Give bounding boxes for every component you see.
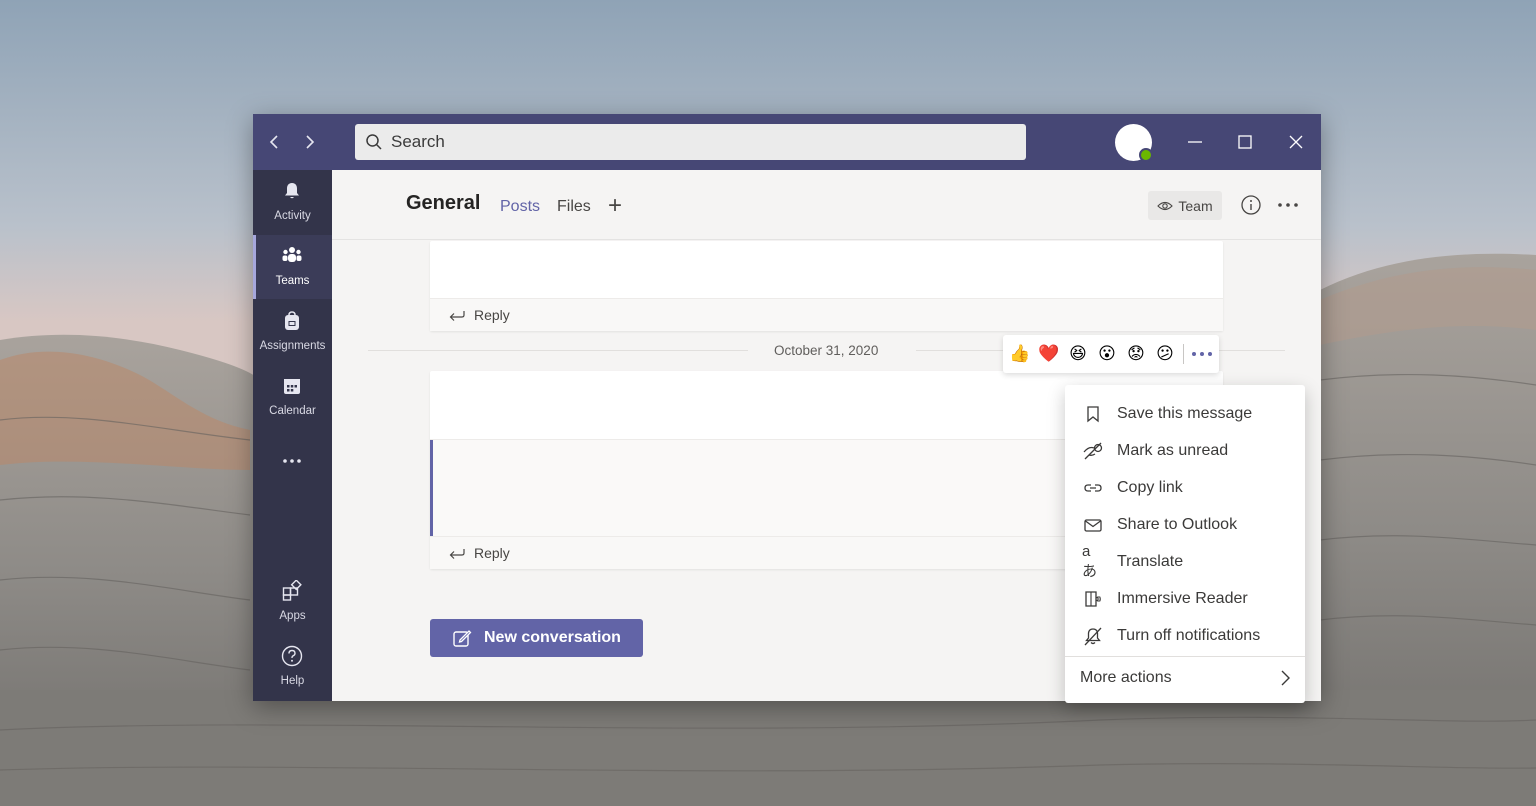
reply-label: Reply bbox=[474, 545, 510, 561]
minimize-icon[interactable] bbox=[1181, 128, 1209, 156]
menu-item-mark-unread[interactable]: Mark as unread bbox=[1065, 432, 1305, 469]
compose-icon bbox=[453, 630, 472, 647]
rail-label: Apps bbox=[279, 610, 306, 622]
tab-files[interactable]: Files bbox=[557, 198, 591, 216]
sad-reaction-icon[interactable]: 😟 bbox=[1125, 343, 1147, 365]
title-bar bbox=[253, 114, 1321, 170]
app-rail: Activity Teams Assignments Calendar Apps… bbox=[253, 170, 332, 701]
team-button[interactable]: Team bbox=[1148, 191, 1222, 220]
team-button-label: Team bbox=[1178, 197, 1213, 214]
rail-item-teams[interactable]: Teams bbox=[253, 235, 332, 299]
like-reaction-icon[interactable]: 👍 bbox=[1009, 343, 1031, 365]
mail-icon bbox=[1084, 518, 1102, 532]
teams-icon bbox=[282, 247, 302, 262]
bell-off-icon bbox=[1084, 627, 1102, 645]
laugh-reaction-icon[interactable]: 😆 bbox=[1067, 343, 1089, 365]
reader-icon bbox=[1085, 590, 1101, 607]
rail-label: Help bbox=[280, 675, 305, 687]
rail-item-more[interactable] bbox=[253, 442, 332, 482]
menu-item-label: Save this message bbox=[1117, 404, 1253, 422]
reply-icon bbox=[449, 549, 465, 559]
new-conversation-button[interactable]: New conversation bbox=[430, 619, 643, 657]
bookmark-icon bbox=[1087, 405, 1099, 422]
message-context-menu: Save this message Mark as unread Copy li… bbox=[1065, 385, 1305, 703]
channel-header: General Posts Files + Team bbox=[332, 170, 1321, 240]
close-icon[interactable] bbox=[1282, 128, 1310, 156]
search-box[interactable] bbox=[355, 124, 1026, 160]
menu-item-turn-off-notifications[interactable]: Turn off notifications bbox=[1065, 617, 1305, 654]
menu-item-immersive-reader[interactable]: Immersive Reader bbox=[1065, 580, 1305, 617]
menu-item-translate[interactable]: aあ Translate bbox=[1065, 543, 1305, 580]
menu-item-save-message[interactable]: Save this message bbox=[1065, 395, 1305, 432]
surprised-reaction-icon[interactable]: 😮 bbox=[1096, 343, 1118, 365]
rail-item-activity[interactable]: Activity bbox=[253, 170, 332, 234]
menu-item-label: Share to Outlook bbox=[1117, 515, 1238, 533]
rail-label: Assignments bbox=[259, 340, 326, 352]
chevron-right-icon bbox=[1281, 670, 1290, 686]
menu-item-label: Translate bbox=[1117, 552, 1184, 570]
reply-icon bbox=[449, 311, 465, 321]
presence-available-icon bbox=[1139, 148, 1153, 162]
heart-reaction-icon[interactable]: ❤️ bbox=[1038, 343, 1060, 365]
add-tab-icon[interactable]: + bbox=[608, 192, 622, 220]
rail-label: Calendar bbox=[269, 405, 316, 417]
menu-item-label: Mark as unread bbox=[1117, 441, 1229, 459]
rail-item-help[interactable]: Help bbox=[253, 635, 332, 699]
more-icon bbox=[283, 459, 301, 463]
link-icon bbox=[1084, 483, 1102, 492]
reply-button[interactable]: Reply bbox=[430, 298, 1223, 331]
more-options-icon[interactable] bbox=[1276, 194, 1300, 216]
menu-item-label: Copy link bbox=[1117, 478, 1183, 496]
search-icon bbox=[366, 134, 382, 150]
new-conversation-label: New conversation bbox=[484, 629, 621, 646]
menu-item-copy-link[interactable]: Copy link bbox=[1065, 469, 1305, 506]
reply-label: Reply bbox=[474, 307, 510, 323]
menu-item-share-outlook[interactable]: Share to Outlook bbox=[1065, 506, 1305, 543]
rail-item-apps[interactable]: Apps bbox=[253, 570, 332, 634]
date-separator-label: October 31, 2020 bbox=[774, 343, 879, 358]
message-card[interactable]: Reply bbox=[430, 241, 1223, 331]
tab-posts[interactable]: Posts bbox=[500, 198, 540, 216]
menu-item-label: More actions bbox=[1080, 669, 1172, 686]
rail-label: Activity bbox=[274, 210, 311, 222]
eye-icon bbox=[1157, 201, 1174, 210]
apps-icon bbox=[282, 580, 302, 601]
avatar[interactable] bbox=[1115, 124, 1153, 162]
backpack-icon bbox=[285, 311, 299, 330]
rail-item-calendar[interactable]: Calendar bbox=[253, 365, 332, 429]
menu-item-more-actions[interactable]: More actions bbox=[1065, 658, 1305, 698]
channel-title: General bbox=[406, 192, 481, 214]
bell-icon bbox=[285, 183, 299, 199]
menu-item-label: Turn off notifications bbox=[1117, 626, 1261, 644]
rail-label: Teams bbox=[275, 275, 310, 287]
calendar-icon bbox=[284, 379, 300, 394]
more-options-icon[interactable] bbox=[1191, 349, 1213, 359]
info-icon[interactable] bbox=[1240, 194, 1262, 216]
rail-item-assignments[interactable]: Assignments bbox=[253, 300, 332, 364]
reaction-bar: 👍 ❤️ 😆 😮 😟 😕 bbox=[1003, 335, 1219, 373]
angry-reaction-icon[interactable]: 😕 bbox=[1154, 343, 1176, 365]
forward-arrow-icon[interactable] bbox=[297, 130, 321, 154]
help-icon bbox=[281, 645, 303, 667]
back-arrow-icon[interactable] bbox=[263, 130, 287, 154]
maximize-icon[interactable] bbox=[1231, 128, 1259, 156]
search-input[interactable] bbox=[391, 132, 991, 152]
eye-off-icon bbox=[1083, 442, 1103, 459]
menu-item-label: Immersive Reader bbox=[1117, 589, 1248, 607]
translate-icon: aあ bbox=[1082, 542, 1098, 580]
